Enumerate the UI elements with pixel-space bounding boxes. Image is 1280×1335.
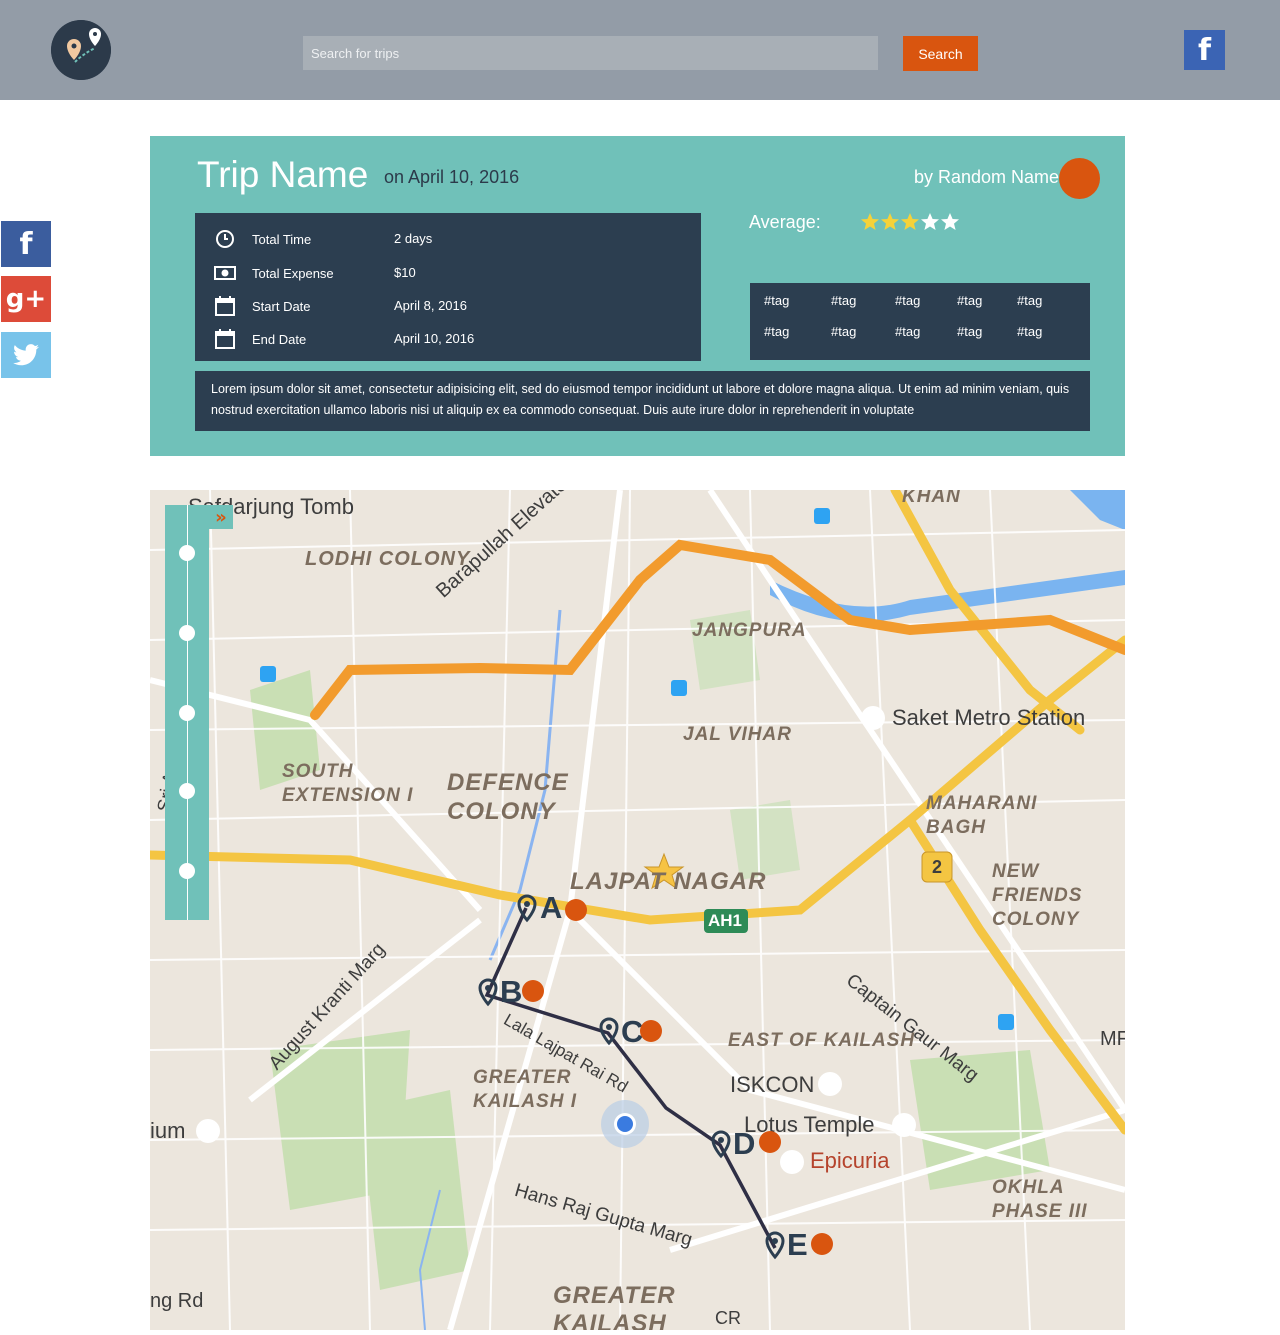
timeline-stop[interactable]: [179, 705, 195, 721]
rating-stars[interactable]: [860, 212, 960, 232]
tags-panel: #tag #tag #tag #tag #tag #tag #tag #tag …: [750, 283, 1090, 360]
map-place-label: OKHLA PHASE III: [992, 1177, 1088, 1222]
timeline-stop[interactable]: [179, 783, 195, 799]
detail-value: 2 days: [394, 231, 433, 246]
tag-link[interactable]: #tag: [895, 293, 920, 308]
map-pin-icon[interactable]: [710, 1130, 732, 1160]
tag-link[interactable]: #tag: [1017, 293, 1042, 308]
route-stop-dot[interactable]: [811, 1233, 833, 1255]
timeline-stop[interactable]: [179, 863, 195, 879]
map-pin-logo-icon: [51, 20, 111, 80]
route-stop-label[interactable]: E: [787, 1227, 808, 1263]
map-place-label: JANGPURA: [692, 620, 807, 641]
search-button[interactable]: Search: [903, 36, 978, 71]
star-empty-icon[interactable]: [920, 212, 940, 232]
detail-label: Total Expense: [252, 266, 334, 281]
map-place-label: MAHARANI BAGH: [926, 793, 1038, 838]
map-place-label: NEW FRIENDS COLONY: [992, 861, 1083, 930]
map-place-label: MF: [1100, 1028, 1125, 1050]
detail-row-end-date: End Date April 10, 2016: [195, 326, 701, 356]
tag-link[interactable]: #tag: [831, 293, 856, 308]
detail-row-start-date: Start Date April 8, 2016: [195, 293, 701, 323]
share-twitter-button[interactable]: [1, 332, 51, 378]
map-pin-icon[interactable]: [516, 894, 538, 924]
map-place-label: SOUTH EXTENSION I: [282, 761, 414, 806]
timeline-stop[interactable]: [179, 625, 195, 641]
route-stop-dot[interactable]: [522, 980, 544, 1002]
tag-link[interactable]: #tag: [764, 293, 789, 308]
map-road-label: ng Rd: [150, 1290, 204, 1312]
tag-link[interactable]: #tag: [1017, 324, 1042, 339]
trip-author[interactable]: by Random Name: [914, 167, 1059, 188]
map-base-layer: [150, 490, 1125, 1330]
tag-link[interactable]: #tag: [895, 324, 920, 339]
tag-link[interactable]: #tag: [957, 293, 982, 308]
map-place-label: KHAN: [902, 490, 961, 507]
map-pin-icon[interactable]: [598, 1017, 620, 1047]
trip-timeline: [165, 505, 209, 920]
clock-icon: [216, 230, 234, 248]
detail-value: April 10, 2016: [394, 331, 475, 346]
share-facebook-button[interactable]: f: [1, 221, 51, 267]
route-stop-dot[interactable]: [759, 1131, 781, 1153]
trip-map[interactable]: Safdarjung Tomb LODHI COLONY JANGPURA Ba…: [150, 490, 1125, 1330]
calendar-icon: [215, 329, 235, 349]
calendar-icon: [215, 296, 235, 316]
detail-row-total-expense: Total Expense $10: [195, 260, 701, 290]
twitter-icon: [13, 344, 39, 366]
map-place-label: Saket Metro Station: [892, 705, 1086, 730]
search-input[interactable]: [303, 36, 878, 70]
detail-row-total-time: Total Time 2 days: [195, 226, 701, 256]
star-filled-icon[interactable]: [900, 212, 920, 232]
facebook-icon[interactable]: f: [1184, 30, 1225, 70]
map-place-label: ISKCON: [730, 1072, 815, 1097]
timeline-stop[interactable]: [179, 545, 195, 561]
facebook-icon: f: [19, 226, 33, 262]
route-stop-label[interactable]: D: [733, 1126, 755, 1162]
tag-link[interactable]: #tag: [831, 324, 856, 339]
tag-link[interactable]: #tag: [957, 324, 982, 339]
map-place-label: GREATER KAILASH: [553, 1282, 676, 1330]
trip-date: on April 10, 2016: [384, 167, 520, 187]
map-place-label: CR: [715, 1308, 741, 1328]
money-icon: [214, 266, 236, 280]
star-empty-icon[interactable]: [940, 212, 960, 232]
route-stop-dot[interactable]: [640, 1020, 662, 1042]
map-place-label: JAL VIHAR: [683, 724, 792, 745]
trip-title: Trip Name: [197, 154, 369, 195]
route-stop-label[interactable]: A: [540, 890, 562, 926]
star-filled-icon[interactable]: [860, 212, 880, 232]
route-stop-dot[interactable]: [565, 899, 587, 921]
map-place-label: LODHI COLONY: [305, 548, 471, 570]
detail-label: Total Time: [252, 232, 312, 247]
star-filled-icon[interactable]: [880, 212, 900, 232]
top-bar: Search f: [0, 0, 1280, 100]
map-route-shield: AH1: [708, 911, 743, 930]
map-place-label: LAJPAT NAGAR: [570, 868, 767, 895]
map-place-label: ium: [150, 1118, 186, 1143]
trip-description: Lorem ipsum dolor sit amet, consectetur …: [195, 371, 1090, 431]
map-place-label: DEFENCE COLONY: [447, 769, 569, 825]
average-rating-label: Average:: [749, 212, 821, 232]
detail-label: Start Date: [252, 299, 311, 314]
map-place-label: EAST OF KAILASH: [728, 1030, 916, 1051]
trip-details-panel: Total Time 2 days Total Expense $10 Star…: [195, 213, 701, 361]
detail-value: $10: [394, 265, 416, 280]
route-stop-label[interactable]: B: [500, 974, 522, 1010]
app-logo[interactable]: [51, 20, 111, 80]
detail-value: April 8, 2016: [394, 298, 467, 313]
map-place-label: Epicuria: [810, 1148, 890, 1173]
map-pin-icon[interactable]: [764, 1231, 786, 1261]
expand-timeline-icon[interactable]: »: [209, 505, 233, 529]
detail-label: End Date: [252, 332, 307, 347]
author-avatar[interactable]: [1059, 158, 1100, 199]
share-google-plus-button[interactable]: g+: [1, 276, 51, 322]
google-plus-icon: g+: [5, 284, 47, 314]
tag-link[interactable]: #tag: [764, 324, 789, 339]
map-pin-icon[interactable]: [477, 978, 499, 1008]
map-route-shield: 2: [932, 857, 943, 877]
map-place-label: GREATER KAILASH I: [473, 1067, 577, 1112]
trip-card: Trip Name on April 10, 2016 by Random Na…: [150, 136, 1125, 456]
